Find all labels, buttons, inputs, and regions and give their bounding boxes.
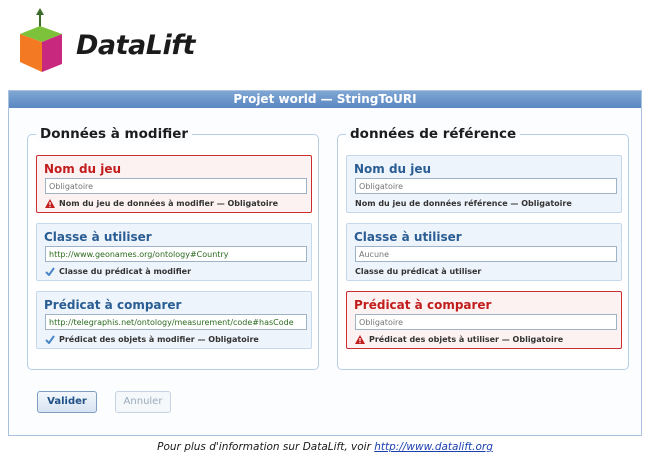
field-help-text: Nom du jeu de données à modifier — Oblig…: [59, 199, 279, 208]
field-classe-right: Classe à utiliser Classe du prédicat à u…: [346, 223, 622, 281]
field-predicat-right: Prédicat à comparer Prédicat des objets …: [346, 291, 622, 349]
fieldset-donnees-a-modifier: Données à modifier Nom du jeu Nom du jeu…: [27, 126, 319, 370]
classe-input-left[interactable]: [45, 246, 307, 262]
valider-button[interactable]: Valider: [37, 391, 97, 413]
field-help-text: Classe du prédicat à utiliser: [355, 267, 482, 276]
footer-text: Pour plus d'information sur DataLift, vo…: [157, 441, 375, 453]
field-classe-left: Classe à utiliser Classe du prédicat à m…: [36, 223, 312, 281]
field-title: Prédicat à comparer: [44, 298, 182, 312]
field-help: Prédicat des objets à modifier — Obligat…: [45, 335, 259, 344]
field-title: Classe à utiliser: [354, 230, 462, 244]
warning-icon: [355, 335, 365, 344]
panel-title: Projet world — StringToURI: [9, 91, 641, 108]
field-title: Nom du jeu: [44, 162, 122, 176]
field-title: Classe à utiliser: [44, 230, 152, 244]
fieldset-donnees-de-reference: données de référence Nom du jeu Nom du j…: [337, 126, 629, 370]
nom-du-jeu-input-left[interactable]: [45, 178, 307, 194]
predicat-input-right[interactable]: [355, 314, 617, 330]
nom-du-jeu-input-right[interactable]: [355, 178, 617, 194]
logo-text: DataLift: [76, 30, 195, 61]
field-help: Classe du prédicat à utiliser: [355, 267, 481, 276]
field-title: Prédicat à comparer: [354, 298, 492, 312]
predicat-input-left[interactable]: [45, 314, 307, 330]
header: DataLift: [0, 0, 650, 88]
check-icon: [45, 335, 55, 344]
field-help-text: Prédicat des objets à modifier — Obligat…: [59, 335, 259, 344]
field-help-text: Nom du jeu de données référence — Obliga…: [355, 199, 572, 208]
field-predicat-left: Prédicat à comparer Prédicat des objets …: [36, 291, 312, 349]
field-help: Classe du prédicat à modifier: [45, 267, 191, 276]
legend-left: Données à modifier: [36, 126, 193, 142]
field-help: Prédicat des objets à utiliser — Obligat…: [355, 335, 563, 344]
field-title: Nom du jeu: [354, 162, 432, 176]
warning-icon: [45, 199, 55, 208]
field-help: Nom du jeu de données référence — Obliga…: [355, 199, 572, 208]
field-help-text: Prédicat des objets à utiliser — Obligat…: [369, 335, 564, 344]
footer: Pour plus d'information sur DataLift, vo…: [0, 441, 650, 453]
main-panel: Projet world — StringToURI Données à mod…: [8, 90, 642, 436]
annuler-button[interactable]: Annuler: [115, 391, 171, 413]
field-nom-du-jeu-left: Nom du jeu Nom du jeu de données à modif…: [36, 155, 312, 213]
datalift-link[interactable]: http://www.datalift.org: [374, 441, 493, 453]
field-nom-du-jeu-right: Nom du jeu Nom du jeu de données référen…: [346, 155, 622, 213]
field-help: Nom du jeu de données à modifier — Oblig…: [45, 199, 278, 208]
check-icon: [45, 267, 55, 276]
field-help-text: Classe du prédicat à modifier: [59, 267, 192, 276]
legend-right: données de référence: [346, 126, 521, 142]
classe-input-right[interactable]: [355, 246, 617, 262]
datalift-cube-icon: [20, 8, 62, 72]
